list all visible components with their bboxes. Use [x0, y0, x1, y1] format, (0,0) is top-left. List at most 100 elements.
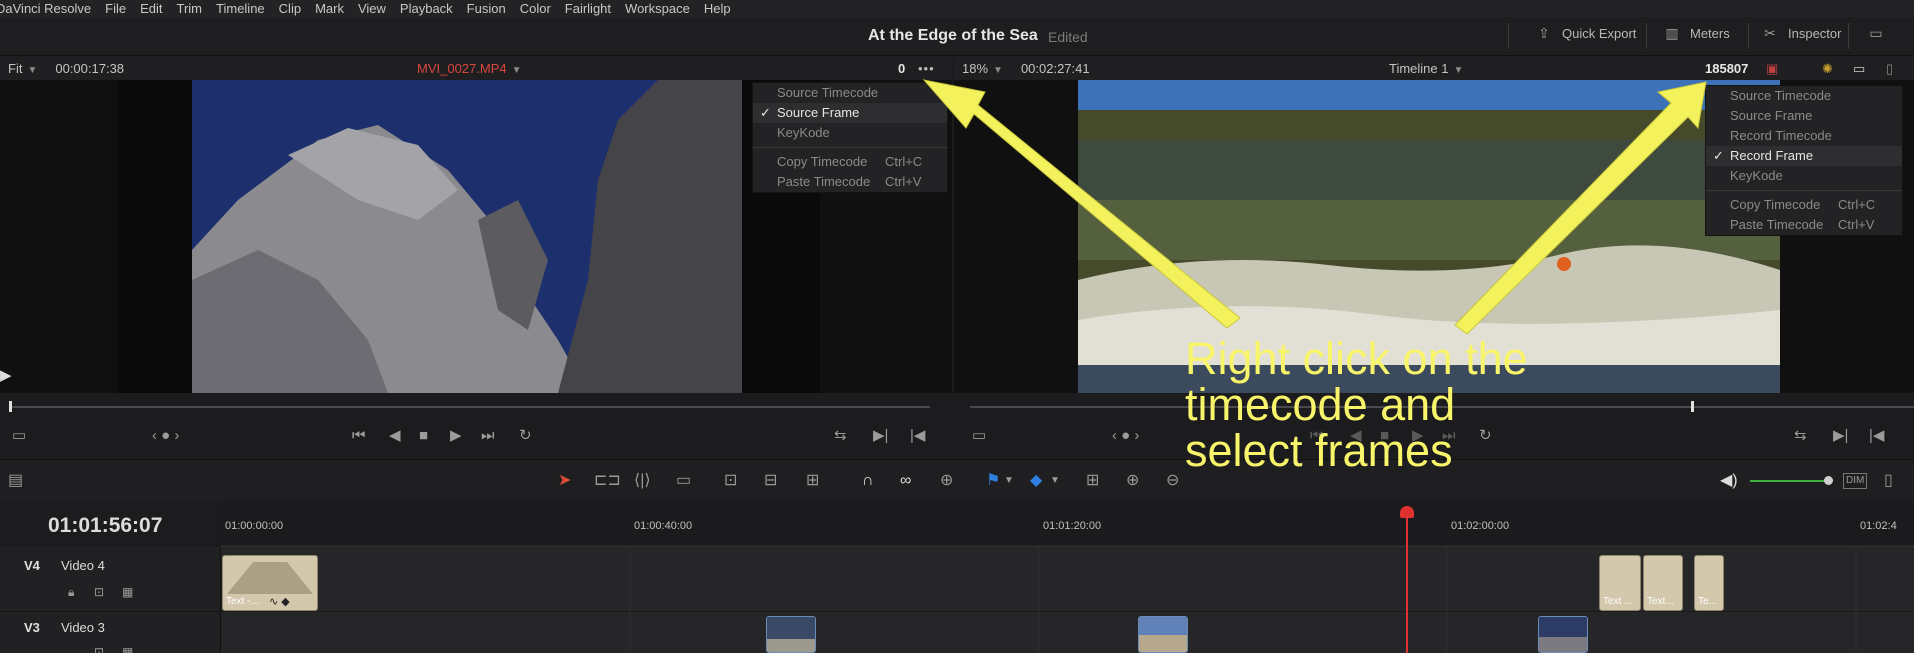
panel-toggle-icon[interactable]: ▯ — [1886, 61, 1893, 77]
menu-view[interactable]: View — [358, 1, 386, 16]
menu-fusion[interactable]: Fusion — [467, 1, 506, 16]
source-clip-dropdown[interactable]: MVI_0027.MP4 ▼ — [417, 61, 522, 76]
menu-clip[interactable]: Clip — [279, 1, 301, 16]
menu-item-source-frame[interactable]: Source Frame — [1706, 106, 1902, 126]
video-clip[interactable] — [766, 616, 816, 653]
source-frame-readout[interactable]: 0 — [898, 61, 905, 76]
jog-control-icon[interactable]: ‹ ● › — [152, 428, 179, 443]
color-wheel-icon[interactable]: ✺ — [1822, 61, 1833, 77]
flag-icon[interactable]: ⚑ — [986, 473, 1000, 489]
lock-icon[interactable]: 🔒︎ — [68, 585, 74, 600]
monitor-button[interactable]: ▭ — [1868, 25, 1894, 41]
title-clip[interactable]: Te... — [1694, 555, 1724, 611]
source-timecode[interactable]: 00:00:17:38 — [55, 61, 124, 76]
video-clip[interactable] — [1138, 616, 1188, 653]
menu-help[interactable]: Help — [704, 1, 731, 16]
chevron-down-icon[interactable]: ▼ — [1050, 473, 1060, 489]
replace-clip-icon[interactable]: ⊞ — [806, 473, 819, 489]
track-enable-icon[interactable]: ▦ — [122, 585, 133, 599]
video-clip[interactable] — [1538, 616, 1588, 653]
menu-item-copy-timecode[interactable]: Copy Timecode Ctrl+C — [1706, 195, 1902, 215]
jog-control-icon[interactable]: ‹ ● › — [1112, 428, 1139, 443]
timeline-playhead-handle[interactable] — [1691, 401, 1694, 412]
linked-selection-icon[interactable]: ∞ — [900, 473, 911, 489]
blade-tool-icon[interactable]: ▭ — [676, 473, 691, 489]
viewer-mode-icon[interactable]: ▭ — [1853, 61, 1865, 77]
menu-item-source-timecode[interactable]: Source Timecode — [753, 83, 947, 103]
source-playhead-handle[interactable] — [9, 401, 12, 412]
chevron-down-icon[interactable]: ▼ — [1004, 473, 1014, 489]
menu-edit[interactable]: Edit — [140, 1, 162, 16]
panel-toggle-icon[interactable]: ▯ — [1884, 473, 1893, 489]
menu-playback[interactable]: Playback — [400, 1, 453, 16]
trim-tool-icon[interactable]: ⊏⊐ — [594, 473, 621, 489]
track-v4-name[interactable]: Video 4 — [61, 558, 105, 573]
track-v3-name[interactable]: Video 3 — [61, 620, 105, 635]
timeline-name-dropdown[interactable]: Timeline 1 ▼ — [1389, 61, 1463, 76]
mark-in-icon[interactable]: |◀ — [1869, 428, 1884, 443]
timeline-playhead[interactable] — [1406, 513, 1408, 653]
play-icon[interactable]: ▶ — [450, 428, 462, 443]
zoom-full-icon[interactable]: ⊞ — [1086, 473, 1099, 489]
menu-item-source-timecode[interactable]: Source Timecode — [1706, 86, 1902, 106]
menu-item-keykode[interactable]: KeyKode — [753, 123, 947, 143]
zoom-custom-icon[interactable]: ⊖ — [1166, 473, 1179, 489]
mark-in-icon[interactable]: |◀ — [910, 428, 925, 443]
playhead-handle[interactable] — [1400, 506, 1414, 518]
overwrite-clip-icon[interactable]: ⊟ — [764, 473, 777, 489]
menu-color[interactable]: Color — [520, 1, 551, 16]
menu-workspace[interactable]: Workspace — [625, 1, 690, 16]
menu-file[interactable]: File — [105, 1, 126, 16]
stop-icon[interactable]: ■ — [419, 428, 428, 443]
title-clip[interactable]: Text... — [1643, 555, 1683, 611]
timeline-zoom-dropdown[interactable]: 18% ▼ — [962, 61, 1003, 76]
more-options-icon[interactable]: ••• — [918, 61, 935, 76]
match-frame-icon[interactable]: ⇆ — [1794, 428, 1807, 443]
play-reverse-icon[interactable]: ◀ — [389, 428, 401, 443]
dynamic-trim-icon[interactable]: ⟨|⟩ — [634, 473, 651, 489]
auto-select-icon[interactable]: ⊡ — [94, 585, 104, 599]
zoom-detail-icon[interactable]: ⊕ — [1126, 473, 1139, 489]
insert-clip-icon[interactable]: ⊡ — [724, 473, 737, 489]
title-clip[interactable]: Text ... — [1599, 555, 1641, 611]
timeline-ruler[interactable]: 01:00:00:00 01:00:40:00 01:01:20:00 01:0… — [221, 501, 1914, 547]
marker-icon[interactable]: ◆ — [1030, 473, 1042, 489]
auto-select-icon[interactable]: ⊡ — [94, 645, 104, 653]
menu-mark[interactable]: Mark — [315, 1, 344, 16]
timeline-frame-readout[interactable]: 185807 — [1705, 61, 1748, 76]
menu-app[interactable]: DaVinci Resolve — [0, 1, 91, 16]
snapping-icon[interactable]: ∩ — [862, 473, 874, 489]
quick-export-button[interactable]: ⇪ Quick Export — [1536, 25, 1636, 41]
layout-icon[interactable]: ▤ — [8, 473, 23, 489]
source-scrub-bar[interactable] — [10, 406, 930, 408]
source-zoom-dropdown[interactable]: Fit ▼ — [8, 61, 37, 76]
record-meter-icon[interactable]: ▣ — [1766, 61, 1778, 77]
menu-item-copy-timecode[interactable]: Copy Timecode Ctrl+C — [753, 152, 947, 172]
timeline-tracks[interactable]: Text -... ∿ ◆ Text ... Text... Te... — [221, 547, 1914, 653]
volume-icon[interactable]: ◀) — [1720, 473, 1738, 489]
viewer-options-icon[interactable]: ▭ — [972, 428, 986, 443]
menu-item-paste-timecode[interactable]: Paste Timecode Ctrl+V — [753, 172, 947, 192]
menu-item-record-frame[interactable]: ✓ Record Frame — [1706, 146, 1902, 166]
volume-slider-knob[interactable] — [1824, 476, 1833, 485]
match-frame-icon[interactable]: ⇆ — [834, 428, 847, 443]
menu-item-keykode[interactable]: KeyKode — [1706, 166, 1902, 186]
viewer-options-icon[interactable]: ▭ — [12, 428, 26, 443]
menu-item-source-frame[interactable]: ✓ Source Frame — [753, 103, 947, 123]
go-to-start-icon[interactable]: ⏮ — [352, 428, 366, 443]
menu-timeline[interactable]: Timeline — [216, 1, 265, 16]
menu-fairlight[interactable]: Fairlight — [565, 1, 611, 16]
mark-out-icon[interactable]: ▶| — [873, 428, 888, 443]
timeline-current-timecode[interactable]: 01:01:56:07 — [48, 514, 162, 538]
go-to-end-icon[interactable]: ⏭ — [481, 428, 495, 443]
timeline-timecode[interactable]: 00:02:27:41 — [1021, 61, 1090, 76]
title-clip[interactable]: Text -... ∿ ◆ — [222, 555, 318, 611]
inspector-button[interactable]: ✂ Inspector — [1762, 25, 1841, 41]
volume-slider[interactable] — [1750, 480, 1828, 482]
menu-item-record-timecode[interactable]: Record Timecode — [1706, 126, 1902, 146]
position-lock-icon[interactable]: ⊕ — [940, 473, 953, 489]
meters-button[interactable]: ▥ Meters — [1664, 25, 1729, 41]
menu-trim[interactable]: Trim — [177, 1, 203, 16]
track-enable-icon[interactable]: ▦ — [122, 645, 133, 653]
mark-out-icon[interactable]: ▶| — [1833, 428, 1848, 443]
